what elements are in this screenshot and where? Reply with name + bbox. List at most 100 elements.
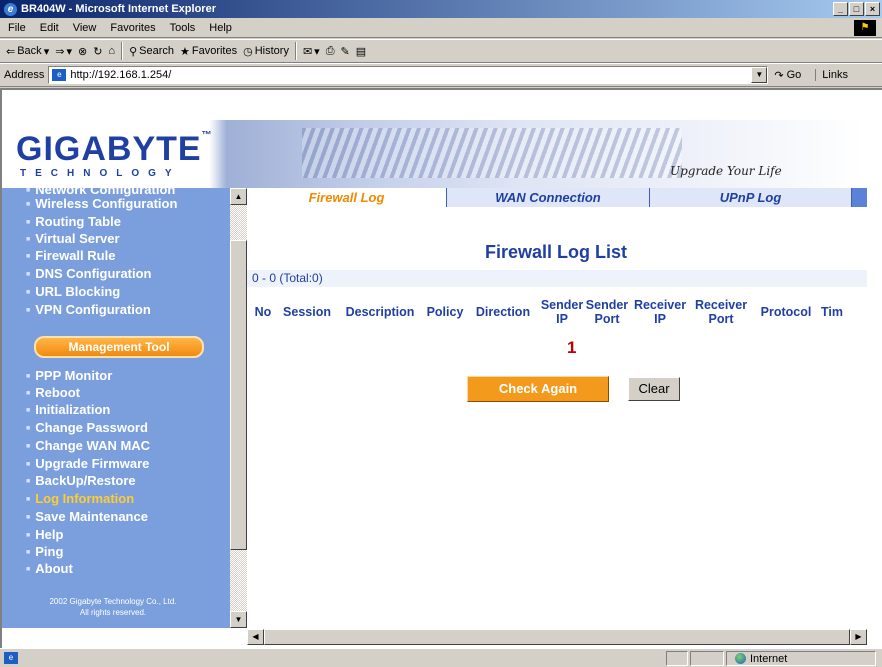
sidebar-item-change-wan-mac[interactable]: Change WAN MAC	[26, 438, 150, 453]
trademark-icon: ™	[201, 130, 213, 141]
print-button[interactable]: ⎙	[326, 45, 335, 58]
log-tabs: Firewall Log WAN Connection UPnP Log	[247, 188, 867, 207]
sidebar-item-initialization[interactable]: Initialization	[26, 402, 110, 417]
sidebar-item-about[interactable]: About	[26, 561, 73, 576]
sidebar-item-firewall-rule[interactable]: Firewall Rule	[26, 248, 115, 263]
column-header-receiver-ip: Receiver IP	[633, 298, 687, 326]
menu-favorites[interactable]: Favorites	[110, 22, 155, 34]
sidebar-item-change-password[interactable]: Change Password	[26, 420, 148, 435]
copyright-line-2: All rights reserved.	[79, 608, 147, 617]
home-button[interactable]: ⌂	[108, 45, 115, 57]
sidebar-item-help[interactable]: Help	[26, 527, 63, 542]
sidebar-item-backup-restore[interactable]: BackUp/Restore	[26, 473, 135, 488]
links-button[interactable]: Links	[815, 69, 848, 81]
scroll-right-arrow-icon[interactable]: ▶	[850, 629, 867, 645]
address-label: Address	[4, 69, 45, 81]
sidebar-panel: Network Configuration Wireless Configura…	[10, 188, 216, 622]
security-zone: Internet	[726, 651, 876, 666]
search-button[interactable]: ⚲ Search	[129, 45, 174, 58]
menu-help[interactable]: Help	[209, 22, 232, 34]
sidebar-item-url-blocking[interactable]: URL Blocking	[26, 284, 120, 299]
search-label: Search	[139, 45, 174, 57]
column-header-direction: Direction	[475, 305, 531, 319]
column-header-time: Tim	[821, 305, 843, 319]
menu-edit[interactable]: Edit	[40, 22, 59, 34]
column-header-sender-ip: Sender IP	[540, 298, 584, 326]
log-total: 0 - 0 (Total:0)	[247, 270, 867, 287]
favorites-button[interactable]: ★ Favorites	[180, 45, 237, 58]
sidebar-item-routing-table[interactable]: Routing Table	[26, 214, 121, 229]
column-header-policy: Policy	[426, 305, 464, 319]
sidebar-item-ppp-monitor[interactable]: PPP Monitor	[26, 368, 112, 383]
scroll-up-arrow-icon[interactable]: ▲	[230, 188, 247, 205]
page-banner: GIGABYTE™ TECHNOLOGY Upgrade Your Life	[2, 120, 866, 188]
window-titlebar: e BR404W - Microsoft Internet Explorer _…	[0, 0, 882, 18]
standard-toolbar: ⇐ Back ▾ ⇒ ▾ ⊗ ↻ ⌂ ⚲ Search ★ Favorites ◷ Hi…	[0, 39, 882, 63]
menu-tools[interactable]: Tools	[170, 22, 196, 34]
close-button[interactable]: ×	[865, 2, 880, 16]
page-number[interactable]: 1	[567, 338, 576, 358]
go-button[interactable]: ↷ Go	[774, 69, 801, 82]
history-label: History	[254, 45, 289, 57]
sidebar-item-reboot[interactable]: Reboot	[26, 385, 80, 400]
scroll-down-arrow-icon[interactable]: ▼	[230, 611, 247, 628]
history-button[interactable]: ◷ History	[243, 45, 289, 58]
globe-icon	[735, 653, 746, 664]
window-controls: _ □ ×	[833, 2, 880, 16]
stop-button[interactable]: ⊗	[78, 45, 87, 58]
sidebar-item-dns-configuration[interactable]: DNS Configuration	[26, 266, 151, 281]
sidebar-item-log-information[interactable]: Log Information	[26, 491, 134, 506]
tab-wan-connection[interactable]: WAN Connection	[447, 188, 650, 207]
back-button[interactable]: ⇐ Back ▾	[6, 45, 49, 58]
sidebar-item-vpn-configuration[interactable]: VPN Configuration	[26, 302, 151, 317]
address-dropdown-button[interactable]: ▼	[751, 67, 768, 83]
toolbar-separator	[294, 42, 297, 60]
sidebar-scrollbar[interactable]: ▲ ▼	[230, 188, 247, 628]
restore-button[interactable]: □	[849, 2, 864, 16]
column-header-no: No	[254, 305, 272, 319]
main-content: Firewall Log WAN Connection UPnP Log Fir…	[247, 188, 867, 628]
back-label: Back	[17, 45, 42, 57]
scrollbar-thumb[interactable]	[230, 240, 247, 550]
forward-button[interactable]: ⇒ ▾	[55, 45, 72, 58]
copyright-line-1: 2002 Gigabyte Technology Co., Ltd.	[49, 597, 177, 606]
column-header-protocol: Protocol	[760, 305, 812, 319]
sidebar-item-wireless-configuration[interactable]: Wireless Configuration	[26, 196, 177, 211]
content-horizontal-scrollbar[interactable]: ◀ ▶	[247, 628, 867, 645]
search-icon: ⚲	[129, 45, 138, 58]
mail-icon: ✉	[302, 45, 313, 58]
page-icon: e	[52, 69, 67, 81]
home-icon: ⌂	[108, 45, 116, 57]
address-bar: Address e http://192.168.1.254/ ▼ ↷ Go Li…	[0, 63, 882, 87]
refresh-button[interactable]: ↻	[93, 45, 102, 58]
sidebar-item-ping[interactable]: Ping	[26, 544, 63, 559]
slogan: Upgrade Your Life	[670, 164, 782, 178]
banner-decoration	[302, 128, 682, 178]
status-panel	[666, 651, 688, 666]
tab-upnp-log[interactable]: UPnP Log	[650, 188, 852, 207]
menu-view[interactable]: View	[73, 22, 97, 34]
address-input[interactable]: e http://192.168.1.254/ ▼	[48, 66, 769, 84]
scroll-left-arrow-icon[interactable]: ◀	[247, 629, 264, 645]
discuss-button[interactable]: ▤	[356, 45, 366, 58]
windows-flag-icon: ⚑	[854, 20, 876, 36]
horizontal-scrollbar-thumb[interactable]	[264, 629, 850, 645]
column-header-receiver-port: Receiver Port	[694, 298, 748, 326]
page-title: Firewall Log List	[485, 242, 628, 262]
minimize-button[interactable]: _	[833, 2, 848, 16]
go-arrow-icon: ↷	[774, 69, 784, 82]
sidebar-item-virtual-server[interactable]: Virtual Server	[26, 231, 119, 246]
forward-arrow-icon: ⇒	[55, 45, 65, 58]
tab-firewall-log[interactable]: Firewall Log	[247, 188, 447, 207]
sidebar-item-upgrade-firmware[interactable]: Upgrade Firmware	[26, 456, 149, 471]
mail-button[interactable]: ✉ ▾	[303, 45, 320, 58]
sidebar-item-save-maintenance[interactable]: Save Maintenance	[26, 509, 148, 524]
menu-file[interactable]: File	[8, 22, 26, 34]
discuss-icon: ▤	[355, 45, 367, 58]
clear-button[interactable]: Clear	[628, 377, 680, 401]
status-panel	[690, 651, 724, 666]
column-header-sender-port: Sender Port	[585, 298, 629, 326]
address-url: http://192.168.1.254/	[70, 69, 172, 81]
check-again-button[interactable]: Check Again	[467, 376, 609, 402]
edit-button[interactable]: ✎	[341, 45, 350, 58]
